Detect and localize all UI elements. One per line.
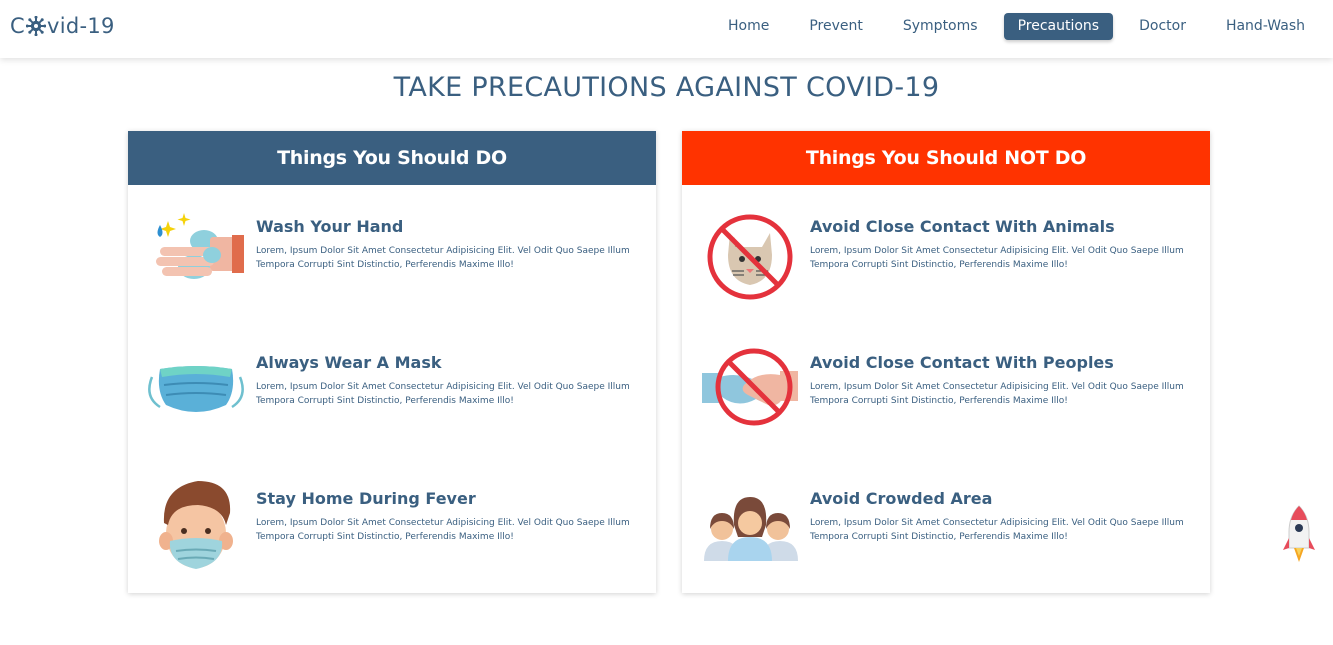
item-title: Stay Home During Fever xyxy=(256,489,476,508)
item-description: Lorem, Ipsum Dolor Sit Amet Consectetur … xyxy=(810,518,1184,542)
item-description: Lorem, Ipsum Dolor Sit Amet Consectetur … xyxy=(256,382,630,406)
list-item: Wash Your Hand Lorem, Ipsum Dolor Sit Am… xyxy=(128,207,656,307)
item-description: Lorem, Ipsum Dolor Sit Amet Consectetur … xyxy=(810,246,1184,270)
list-item: Stay Home During Fever Lorem, Ipsum Dolo… xyxy=(128,479,656,579)
nav-link-home[interactable]: Home xyxy=(714,13,783,40)
navbar: C vid-19 Home Prevent Symptoms Precautio… xyxy=(0,0,1333,58)
list-item: Avoid Crowded Area Lorem, Ipsum Dolor Si… xyxy=(682,479,1210,579)
logo-text-prefix: C xyxy=(10,14,25,38)
do-panel: Things You Should DO Wash Your Hand Lore… xyxy=(128,131,656,593)
virus-icon xyxy=(25,16,46,36)
page-title: TAKE PRECAUTIONS AGAINST COVID-19 xyxy=(393,72,940,103)
item-title: Wash Your Hand xyxy=(256,217,404,236)
logo-text-suffix: vid-19 xyxy=(46,14,115,38)
item-title: Avoid Close Contact With Peoples xyxy=(810,353,1114,372)
item-description: Lorem, Ipsum Dolor Sit Amet Consectetur … xyxy=(256,246,630,270)
list-item: Avoid Close Contact With Animals Lorem, … xyxy=(682,207,1210,307)
nav-link-prevent[interactable]: Prevent xyxy=(795,13,877,40)
nav-link-doctor[interactable]: Doctor xyxy=(1125,13,1200,40)
rocket-icon[interactable] xyxy=(1282,504,1316,568)
do-panel-header: Things You Should DO xyxy=(128,131,656,185)
site-logo[interactable]: C vid-19 xyxy=(10,14,115,38)
masked-person-icon xyxy=(159,481,233,569)
item-title: Always Wear A Mask xyxy=(256,353,442,372)
nav-link-precautions[interactable]: Precautions xyxy=(1003,13,1114,40)
no-animals-icon xyxy=(707,214,793,300)
nav-link-symptoms[interactable]: Symptoms xyxy=(889,13,992,40)
dont-panel-header: Things You Should NOT DO xyxy=(682,131,1210,185)
item-title: Avoid Crowded Area xyxy=(810,489,993,508)
item-description: Lorem, Ipsum Dolor Sit Amet Consectetur … xyxy=(810,382,1184,406)
nav-link-hand-wash[interactable]: Hand-Wash xyxy=(1212,13,1319,40)
item-description: Lorem, Ipsum Dolor Sit Amet Consectetur … xyxy=(256,518,630,542)
list-item: Always Wear A Mask Lorem, Ipsum Dolor Si… xyxy=(128,343,656,443)
hand-wash-icon xyxy=(156,213,244,279)
dont-panel: Things You Should NOT DO Avoid Close Con… xyxy=(682,131,1210,593)
list-item: Avoid Close Contact With Peoples Lorem, … xyxy=(682,343,1210,443)
item-title: Avoid Close Contact With Animals xyxy=(810,217,1115,236)
face-mask-icon xyxy=(148,366,244,412)
no-handshake-icon xyxy=(702,348,798,426)
crowd-icon xyxy=(704,497,798,561)
nav-menu: Home Prevent Symptoms Precautions Doctor… xyxy=(702,13,1319,40)
